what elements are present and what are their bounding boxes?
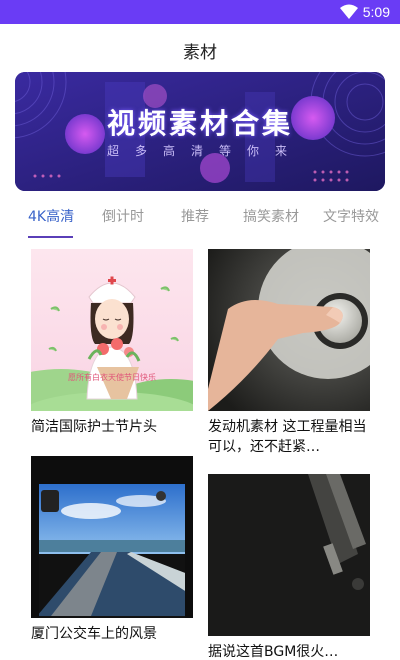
video-card[interactable]: 据说这首BGM很火…	[208, 474, 370, 660]
wifi-icon	[340, 4, 358, 24]
nurse-illustration-thumbnail: 愿所有白衣天使节日快乐	[31, 249, 193, 411]
tab-recommend[interactable]: 推荐	[181, 206, 209, 226]
card-title: 厦门公交车上的风景	[31, 626, 157, 642]
dark-photo-thumbnail	[208, 474, 370, 636]
engine-button-thumbnail	[208, 249, 370, 411]
bus-window-thumbnail	[31, 456, 193, 618]
tab-countdown[interactable]: 倒计时	[102, 206, 144, 226]
thumbnail-caption: 愿所有白衣天使节日快乐	[68, 372, 156, 382]
banner-title: 视频素材合集	[106, 107, 293, 140]
promo-banner[interactable]: 视频素材合集 超多高清等你来	[15, 72, 385, 191]
page-title: 素材	[183, 43, 217, 63]
category-tabs: 4K高清 倒计时 推荐 搞笑素材 文字特效	[0, 200, 400, 240]
tab-4k[interactable]: 4K高清	[28, 206, 74, 226]
card-title: 据说这首BGM很火…	[208, 644, 339, 660]
banner-subtitle: 超多高清等你来	[106, 144, 303, 158]
card-title: 简洁国际护士节片头	[31, 419, 157, 435]
tab-indicator	[28, 236, 73, 238]
card-title: 发动机素材 这工程量相当可以，还不赶紧…	[208, 419, 367, 455]
video-card[interactable]: 愿所有白衣天使节日快乐 简洁国际护士节片头	[31, 249, 193, 437]
status-time: 5:09	[362, 4, 390, 20]
tab-funny[interactable]: 搞笑素材	[243, 206, 299, 226]
status-bar: 5:09	[0, 0, 400, 24]
video-card[interactable]: 厦门公交车上的风景	[31, 456, 193, 644]
video-card[interactable]: 发动机素材 这工程量相当可以，还不赶紧…	[208, 249, 370, 457]
tab-text-effects[interactable]: 文字特效	[323, 206, 379, 226]
